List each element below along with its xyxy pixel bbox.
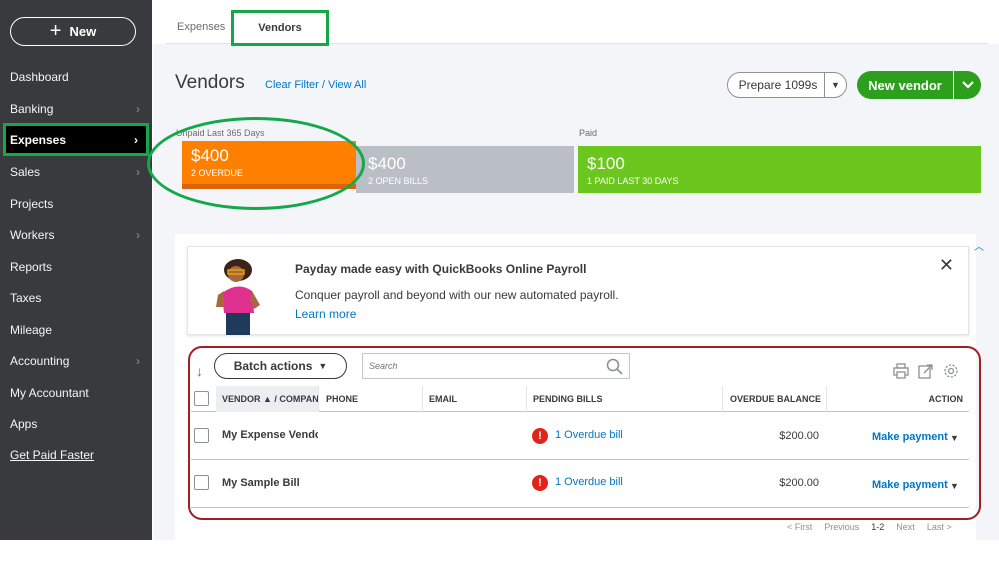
sidebar-item-workers[interactable]: Workers › bbox=[0, 222, 152, 248]
sidebar-item-expenses[interactable]: Expenses › bbox=[3, 123, 149, 156]
promo-title: Payday made easy with QuickBooks Online … bbox=[295, 262, 587, 276]
unpaid-label: Unpaid Last 365 Days bbox=[176, 128, 265, 138]
col-action: ACTION bbox=[928, 394, 964, 404]
caret-down-icon: ▼ bbox=[318, 361, 328, 371]
col-phone[interactable]: PHONE bbox=[319, 386, 423, 412]
print-icon[interactable] bbox=[893, 363, 909, 379]
search-box bbox=[362, 353, 630, 379]
tab-vendors[interactable]: Vendors bbox=[231, 10, 329, 46]
chevron-right-icon: › bbox=[136, 354, 140, 368]
sidebar-item-dashboard[interactable]: Dashboard bbox=[0, 64, 152, 90]
export-icon[interactable] bbox=[918, 363, 934, 379]
sidebar-item-reports[interactable]: Reports bbox=[0, 254, 152, 280]
sidebar: + New Dashboard Banking › Expenses › Sal… bbox=[0, 0, 152, 540]
col-vendor[interactable]: VENDOR ▲ / COMPANY bbox=[216, 386, 319, 412]
prepare-1099s-label: Prepare 1099s bbox=[738, 78, 818, 92]
overdue-sub: 2 OVERDUE bbox=[191, 168, 244, 178]
paid-sub: 1 PAID LAST 30 DAYS bbox=[587, 176, 679, 186]
table-tools bbox=[893, 363, 959, 379]
payroll-promo-banner: Payday made easy with QuickBooks Online … bbox=[187, 246, 969, 335]
action-caret-down-icon[interactable]: ▼ bbox=[950, 433, 959, 443]
alert-icon: ! bbox=[532, 428, 548, 444]
open-sub: 2 OPEN BILLS bbox=[368, 176, 429, 186]
new-vendor-label: New vendor bbox=[868, 77, 942, 93]
overdue-amount: $400 bbox=[191, 146, 229, 165]
sidebar-item-banking[interactable]: Banking › bbox=[0, 96, 152, 122]
person-illustration-icon bbox=[216, 259, 260, 335]
open-bills-segment[interactable]: $400 2 OPEN BILLS bbox=[356, 146, 574, 193]
pager-next[interactable]: Next bbox=[896, 522, 915, 532]
new-vendor-dropdown[interactable] bbox=[953, 71, 981, 99]
table-row: My Expense Vendor ! 1 Overdue bill $200.… bbox=[191, 413, 969, 460]
sidebar-item-accounting[interactable]: Accounting › bbox=[0, 348, 152, 374]
new-button[interactable]: + New bbox=[10, 17, 136, 46]
select-all-checkbox[interactable] bbox=[194, 391, 209, 406]
search-icon[interactable] bbox=[606, 358, 623, 375]
overdue-balance: $200.00 bbox=[779, 430, 819, 442]
prepare-1099s-button[interactable]: Prepare 1099s ▼ bbox=[727, 72, 847, 98]
pager-last[interactable]: Last > bbox=[927, 522, 952, 532]
learn-more-link[interactable]: Learn more bbox=[295, 307, 356, 321]
sort-down-arrow-icon[interactable]: ↓ bbox=[196, 363, 203, 379]
new-vendor-button[interactable]: New vendor bbox=[857, 71, 981, 99]
overdue-segment[interactable]: $400 2 OVERDUE bbox=[182, 141, 356, 189]
vendor-name[interactable]: My Expense Vendor bbox=[222, 429, 318, 441]
vendor-name[interactable]: My Sample Bill bbox=[222, 477, 318, 489]
chevron-down-icon[interactable]: ▼ bbox=[824, 73, 846, 97]
action-caret-down-icon[interactable]: ▼ bbox=[950, 481, 959, 491]
sidebar-item-projects[interactable]: Projects bbox=[0, 191, 152, 217]
pending-bills-link[interactable]: 1 Overdue bill bbox=[555, 476, 623, 488]
chevron-down-icon bbox=[961, 81, 974, 89]
sidebar-item-get-paid-faster[interactable]: Get Paid Faster bbox=[0, 442, 152, 468]
pager-current: 1-2 bbox=[871, 522, 885, 532]
col-pending-bills[interactable]: PENDING BILLS bbox=[527, 386, 723, 412]
overdue-balance: $200.00 bbox=[779, 477, 819, 489]
open-amount: $400 bbox=[368, 154, 406, 173]
pager-previous[interactable]: Previous bbox=[824, 522, 859, 532]
pending-bills-link[interactable]: 1 Overdue bill bbox=[555, 429, 623, 441]
sidebar-item-apps[interactable]: Apps bbox=[0, 411, 152, 437]
chevron-right-icon: › bbox=[134, 132, 138, 147]
pager-first[interactable]: < First bbox=[787, 522, 812, 532]
pagination: < First Previous 1-2 Next Last > bbox=[787, 522, 952, 532]
scroll-up-icon[interactable]: ︿ bbox=[974, 238, 984, 253]
make-payment-link[interactable]: Make payment bbox=[872, 479, 948, 491]
make-payment-link[interactable]: Make payment bbox=[872, 431, 948, 443]
chevron-right-icon: › bbox=[136, 228, 140, 242]
close-icon[interactable]: ✕ bbox=[939, 255, 954, 276]
sidebar-item-my-accountant[interactable]: My Accountant bbox=[0, 380, 152, 406]
paid-amount: $100 bbox=[587, 154, 625, 173]
col-overdue-balance[interactable]: OVERDUE BALANCE bbox=[723, 386, 827, 412]
chevron-right-icon: › bbox=[136, 165, 140, 179]
table-header: VENDOR ▲ / COMPANY PHONE EMAIL PENDING B… bbox=[191, 386, 969, 412]
app-root: + New Dashboard Banking › Expenses › Sal… bbox=[0, 0, 999, 562]
chevron-right-icon: › bbox=[136, 102, 140, 116]
gear-icon[interactable] bbox=[943, 363, 959, 379]
row-checkbox[interactable] bbox=[194, 428, 209, 443]
batch-actions-button[interactable]: Batch actions ▼ bbox=[214, 353, 347, 379]
page-title: Vendors bbox=[175, 72, 245, 93]
table-row: My Sample Bill ! 1 Overdue bill $200.00 … bbox=[191, 461, 969, 508]
promo-text: Conquer payroll and beyond with our new … bbox=[295, 288, 619, 302]
paid-label: Paid bbox=[579, 128, 598, 138]
new-button-label: New bbox=[69, 24, 97, 39]
plus-icon: + bbox=[49, 19, 62, 42]
paid-segment[interactable]: $100 1 PAID LAST 30 DAYS bbox=[578, 146, 981, 193]
row-checkbox[interactable] bbox=[194, 475, 209, 490]
col-email[interactable]: EMAIL bbox=[423, 386, 527, 412]
tab-expenses[interactable]: Expenses bbox=[177, 10, 225, 44]
bottom-strip bbox=[0, 540, 999, 562]
batch-actions-label: Batch actions bbox=[233, 359, 313, 373]
sidebar-item-mileage[interactable]: Mileage bbox=[0, 317, 152, 343]
search-input[interactable] bbox=[363, 354, 603, 378]
sidebar-item-sales[interactable]: Sales › bbox=[0, 159, 152, 185]
alert-icon: ! bbox=[532, 475, 548, 491]
top-tabs: Expenses Vendors bbox=[165, 10, 989, 46]
clear-filter-link[interactable]: Clear Filter / View All bbox=[265, 79, 366, 91]
sidebar-item-taxes[interactable]: Taxes bbox=[0, 285, 152, 311]
